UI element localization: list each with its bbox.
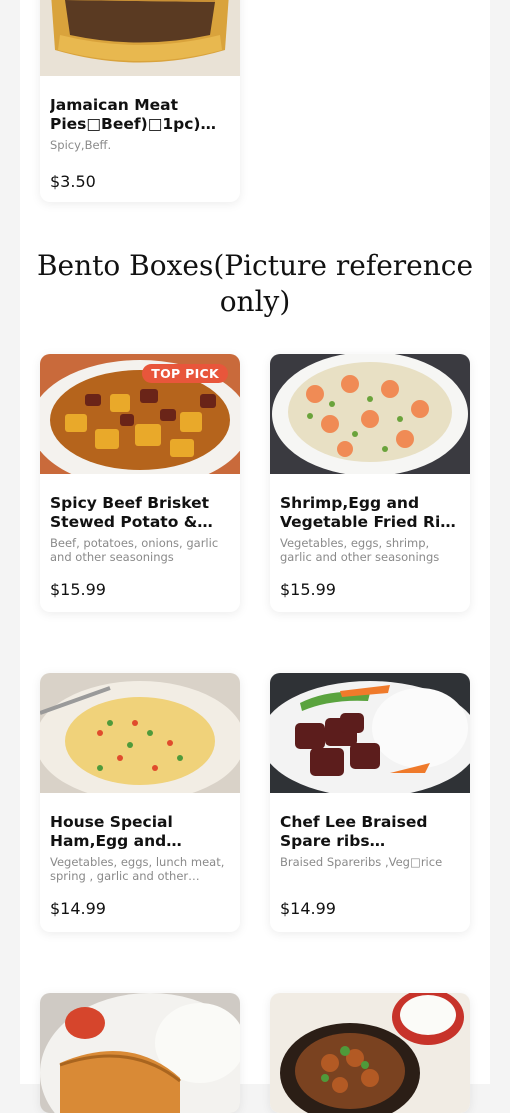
menu-item-price: $15.99	[280, 580, 336, 599]
menu-item-card[interactable]: Shrimp,Egg and Vegetable Fried Rice … Ve…	[270, 354, 470, 612]
menu-item-description: Braised Spareribs ,Veg□rice	[280, 855, 443, 869]
menu-item-card-jamaican-meat-pies[interactable]: Jamaican Meat Pies□Beef)□1pc) □□□□□ Spic…	[40, 0, 240, 202]
menu-item-card[interactable]: House Special Ham,Egg and… Vegetables, e…	[40, 673, 240, 932]
braised-ribs-photo	[270, 673, 470, 793]
menu-item-name: House Special Ham,Egg and…	[50, 813, 182, 850]
menu-item-name: Chef Lee Braised Spare ribs w/Veggies An…	[280, 813, 428, 850]
section-title: Bento Boxes(Picture reference only)	[36, 249, 474, 318]
menu-item-name: Jamaican Meat Pies□Beef)□1pc) □□□□□	[50, 96, 201, 133]
menu-item-price: $15.99	[50, 580, 106, 599]
meat-pie-photo	[40, 0, 240, 76]
top-pick-badge: TOP PICK	[142, 364, 228, 383]
menu-item-price: $14.99	[280, 899, 336, 918]
menu-item-price: $14.99	[50, 899, 106, 918]
menu-item-name: Spicy Beef Brisket Stewed Potato & Rice…	[50, 494, 210, 531]
ham-egg-fried-rice-photo	[40, 673, 240, 793]
menu-item-card[interactable]: TOP PICK Spicy Beef Brisket Stewed Potat…	[40, 354, 240, 612]
menu-item-description: Spicy,Beff.	[50, 138, 112, 152]
claypot-photo	[270, 993, 470, 1113]
menu-item-card[interactable]	[40, 993, 240, 1113]
menu-item-description: Vegetables, eggs, lunch meat, spring , g…	[50, 855, 225, 883]
beef-potato-photo: TOP PICK	[40, 354, 240, 474]
shrimp-fried-rice-photo	[270, 354, 470, 474]
menu-item-card[interactable]: Chef Lee Braised Spare ribs w/Veggies An…	[270, 673, 470, 932]
menu-item-name: Shrimp,Egg and Vegetable Fried Rice …	[280, 494, 460, 531]
chicken-rice-photo	[40, 993, 240, 1113]
menu-item-price: $3.50	[50, 172, 96, 191]
menu-item-description: Vegetables, eggs, shrimp, garlic and oth…	[280, 536, 440, 564]
menu-item-description: Beef, potatoes, onions, garlic and other…	[50, 536, 219, 564]
menu-item-card[interactable]	[270, 993, 470, 1113]
